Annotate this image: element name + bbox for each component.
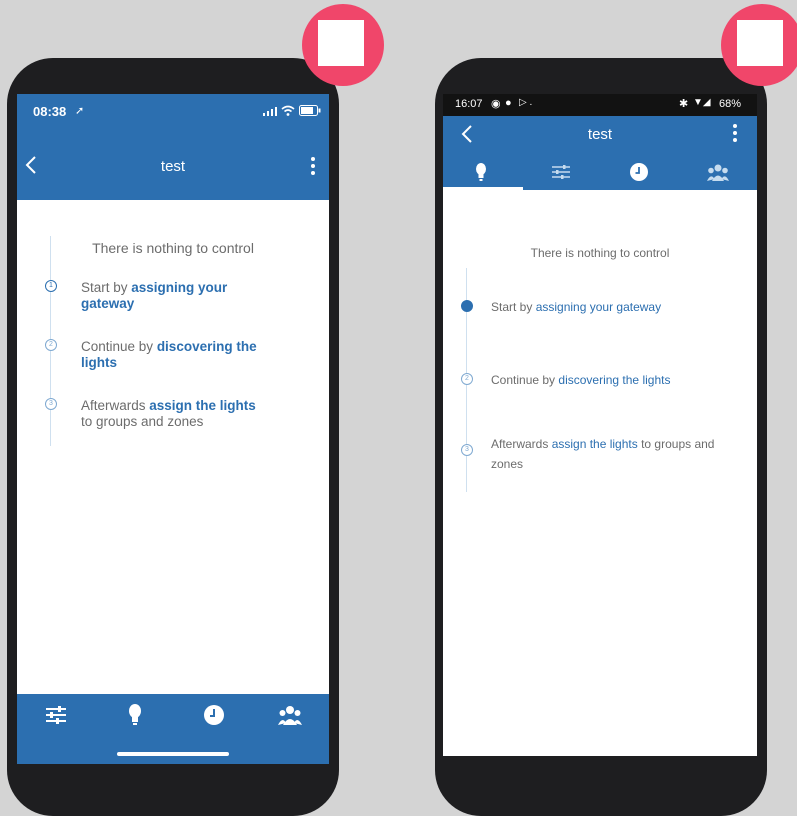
sliders-icon[interactable] [551,165,571,179]
wifi-icon [281,105,295,116]
step-2: Continue by discovering the lights [491,373,671,387]
empty-message: There is nothing to control [530,246,670,260]
discover-lights-link[interactable]: discovering the lights [558,373,670,387]
page-title: test [160,158,186,175]
ios-phone: 08:38 ➚ test There is nothing to control… [7,58,339,816]
clock-icon[interactable] [629,162,649,182]
people-icon[interactable] [707,163,729,181]
more-vert-icon[interactable] [733,124,737,145]
bulb-icon[interactable] [128,704,142,726]
active-tab-indicator [443,187,523,190]
bulb-icon[interactable] [475,163,487,181]
android-status-bar: 16:07 ◉ ● ▷ . ✱ ▼◢ 68% [443,94,757,116]
step-2-dot: 2 [461,373,473,385]
bluetooth-icon: ✱ [679,98,689,110]
step-1-dot: 1 [45,280,57,292]
assign-gateway-link[interactable]: assigning your gateway [536,300,661,314]
step-3: Afterwards assign the lights to groups a… [81,398,256,429]
android-phone: 16:07 ◉ ● ▷ . ✱ ▼◢ 68% test There is not… [435,58,767,816]
wifi-icon: ▼◢ [693,97,711,108]
empty-message: There is nothing to control [92,240,254,256]
active-tab-indicator [17,690,95,693]
step-1: Start by assigning your gateway [81,280,228,311]
android-screen: 16:07 ◉ ● ▷ . ✱ ▼◢ 68% test There is not… [443,94,757,756]
sliders-icon[interactable] [45,706,67,724]
page-title: test [587,126,613,143]
signal-icon [263,107,277,116]
clock-icon[interactable] [203,704,225,726]
battery-percent: 68% [719,98,742,110]
status-time: 16:07 [455,98,483,110]
battery-icon [299,105,321,116]
assign-lights-link[interactable]: assign the lights [552,437,638,451]
android-app-header: test [443,116,757,152]
bottom-tab-bar [17,690,329,764]
step-3-dot: 3 [45,398,57,410]
whatsapp-icon: ◉ [491,98,501,110]
home-indicator[interactable] [117,752,229,756]
more-vert-icon[interactable] [311,157,315,178]
notification-icon: ● [505,97,512,109]
top-tab-bar [443,152,757,190]
status-time: 08:38 [33,104,67,119]
step-2-dot: 2 [45,339,57,351]
annotation-badge-right [721,4,797,86]
step-3: Afterwards assign the lights to groups a… [491,437,715,471]
step-2: Continue by discovering the lights [81,339,257,370]
people-icon[interactable] [278,705,302,725]
step-1: Start by assigning your gateway [491,300,662,314]
play-icon: ▷ . [519,97,533,108]
step-1-dot: 1 [461,300,473,312]
location-arrow-icon: ➚ [75,105,85,117]
assign-lights-link[interactable]: assign the lights [149,398,256,413]
ios-screen: 08:38 ➚ test There is nothing to control… [17,94,329,764]
ios-app-header: 08:38 ➚ test [17,94,329,200]
annotation-badge-left [302,4,384,86]
step-3-dot: 3 [461,444,473,456]
